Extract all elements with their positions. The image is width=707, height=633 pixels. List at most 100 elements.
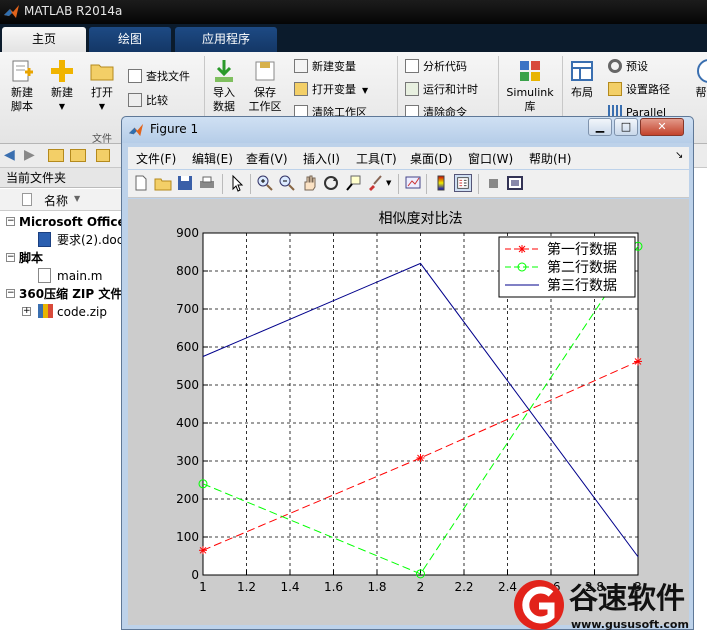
run-and-time-icon [405, 82, 419, 96]
name-column-label[interactable]: 名称 [44, 192, 68, 209]
figure-title-bar[interactable]: Figure 1 ▁ □ ✕ [122, 117, 693, 143]
collapse-toggle-icon[interactable]: − [6, 253, 15, 262]
menu-view[interactable]: 查看(V) [246, 150, 288, 167]
figure-canvas[interactable]: 11.21.41.61.822.22.42.62.830100200300400… [128, 199, 689, 625]
new-variable-icon [294, 59, 308, 73]
simulink-library-label: Simulink 库 [506, 86, 554, 113]
group-zip-files[interactable]: 360压缩 ZIP 文件 [19, 285, 122, 303]
group-microsoft-office[interactable]: Microsoft Office [19, 213, 126, 231]
menu-edit[interactable]: 编辑(E) [192, 150, 233, 167]
up-folder-icon[interactable] [48, 149, 64, 162]
hide-plot-tools-icon[interactable] [484, 174, 502, 192]
maximize-button[interactable]: □ [614, 118, 638, 136]
open-file-icon[interactable] [154, 174, 172, 192]
pointer-icon[interactable] [228, 174, 246, 192]
preferences-button[interactable]: 预设 [608, 58, 648, 76]
open-button[interactable]: 打开 ▼ [86, 58, 118, 114]
maximize-icon: □ [620, 120, 632, 133]
simulink-library-button[interactable]: Simulink 库 [504, 58, 556, 114]
new-label: 新建 [51, 86, 73, 99]
run-and-time-label: 运行和计时 [423, 83, 478, 96]
layout-button[interactable]: 布局 [566, 58, 598, 100]
plus-icon [51, 60, 73, 82]
save-icon[interactable] [176, 174, 194, 192]
path-folder-icon[interactable] [96, 149, 110, 162]
zoom-in-icon[interactable] [256, 174, 274, 192]
group-scripts[interactable]: 脚本 [19, 249, 43, 267]
x-tick-label: 1.4 [280, 580, 299, 594]
watermark-brand: 谷速软件 [569, 581, 685, 615]
print-icon[interactable] [198, 174, 216, 192]
folder-icon [90, 64, 114, 81]
rotate-3d-icon[interactable] [322, 174, 340, 192]
minimize-button[interactable]: ▁ [588, 118, 612, 136]
figure-title: Figure 1 [150, 122, 199, 136]
forward-arrow-icon[interactable]: ▶ [24, 147, 35, 163]
find-files-button[interactable]: 查找文件 [128, 68, 190, 86]
series-1-marker [416, 453, 425, 462]
new-script-button[interactable]: 新建 脚本 [4, 58, 40, 114]
y-tick-label: 200 [176, 492, 199, 506]
menu-window[interactable]: 窗口(W) [468, 150, 513, 167]
pan-hand-icon[interactable] [300, 174, 318, 192]
show-plot-tools-icon[interactable] [506, 174, 524, 192]
open-variable-button[interactable]: 打开变量 ▼ [294, 81, 368, 99]
file-item-doc[interactable]: 要求(2).doc [57, 231, 123, 249]
matlab-title-bar: MATLAB R2014a [0, 0, 707, 24]
expand-toggle-icon[interactable]: + [22, 307, 31, 316]
chevron-down-icon[interactable]: ▼ [386, 179, 391, 187]
save-workspace-button[interactable]: 保存 工作区 [246, 58, 284, 114]
zoom-out-icon[interactable] [278, 174, 296, 192]
y-tick-label: 100 [176, 530, 199, 544]
new-variable-label: 新建变量 [312, 60, 356, 73]
file-item-code-zip[interactable]: code.zip [57, 303, 107, 321]
new-figure-icon[interactable] [132, 174, 150, 192]
insert-legend-icon[interactable] [454, 174, 472, 192]
minimize-icon: ▁ [595, 120, 605, 133]
compare-button[interactable]: 比较 [128, 92, 168, 110]
help-label: 帮 [695, 86, 707, 99]
menu-insert[interactable]: 插入(I) [303, 150, 340, 167]
sort-arrow-icon[interactable]: ▼ [74, 194, 80, 203]
dock-arrow-icon[interactable]: ↘ [675, 150, 683, 161]
app-title: MATLAB R2014a [24, 4, 123, 18]
help-button[interactable]: 帮 [694, 58, 707, 100]
browse-folder-icon[interactable] [70, 149, 86, 162]
brush-icon[interactable] [366, 174, 384, 192]
link-plot-icon[interactable] [404, 174, 422, 192]
analyze-code-button[interactable]: 分析代码 [405, 58, 467, 76]
gear-icon [608, 59, 622, 73]
series-1-marker [634, 357, 642, 366]
file-item-main-m[interactable]: main.m [57, 267, 103, 285]
close-button[interactable]: ✕ [640, 118, 684, 136]
collapse-toggle-icon[interactable]: − [6, 289, 15, 298]
new-variable-button[interactable]: 新建变量 [294, 58, 356, 76]
import-data-label: 导入 数据 [213, 86, 235, 113]
run-and-time-button[interactable]: 运行和计时 [405, 81, 478, 99]
import-data-button[interactable]: 导入 数据 [208, 58, 240, 114]
x-tick-label: 2.2 [454, 580, 473, 594]
y-tick-label: 700 [176, 302, 199, 316]
line-plot[interactable]: 11.21.41.61.822.22.42.62.830100200300400… [128, 199, 689, 625]
back-arrow-icon[interactable]: ◀ [4, 147, 15, 163]
legend-label-2: 第二行数据 [547, 259, 617, 276]
current-folder-file-list: − Microsoft Office 要求(2).doc − 脚本 main.m… [0, 211, 126, 633]
insert-colorbar-icon[interactable] [432, 174, 450, 192]
collapse-toggle-icon[interactable]: − [6, 217, 15, 226]
x-tick-label: 1.2 [237, 580, 256, 594]
data-cursor-icon[interactable] [344, 174, 362, 192]
compare-label: 比较 [146, 94, 168, 107]
set-path-button[interactable]: 设置路径 [608, 81, 670, 99]
new-button[interactable]: 新建 ▼ [44, 58, 80, 114]
save-workspace-label: 保存 工作区 [248, 86, 282, 113]
menu-tools[interactable]: 工具(T) [356, 150, 397, 167]
tab-home[interactable]: 主页 [2, 27, 86, 52]
tab-plots[interactable]: 绘图 [89, 27, 171, 52]
x-tick-label: 1.6 [324, 580, 343, 594]
menu-desktop[interactable]: 桌面(D) [410, 150, 453, 167]
chevron-down-icon: ▼ [58, 102, 66, 111]
menu-help[interactable]: 帮助(H) [529, 150, 571, 167]
menu-file[interactable]: 文件(F) [136, 150, 176, 167]
y-tick-label: 0 [191, 568, 199, 582]
tab-apps[interactable]: 应用程序 [175, 27, 277, 52]
